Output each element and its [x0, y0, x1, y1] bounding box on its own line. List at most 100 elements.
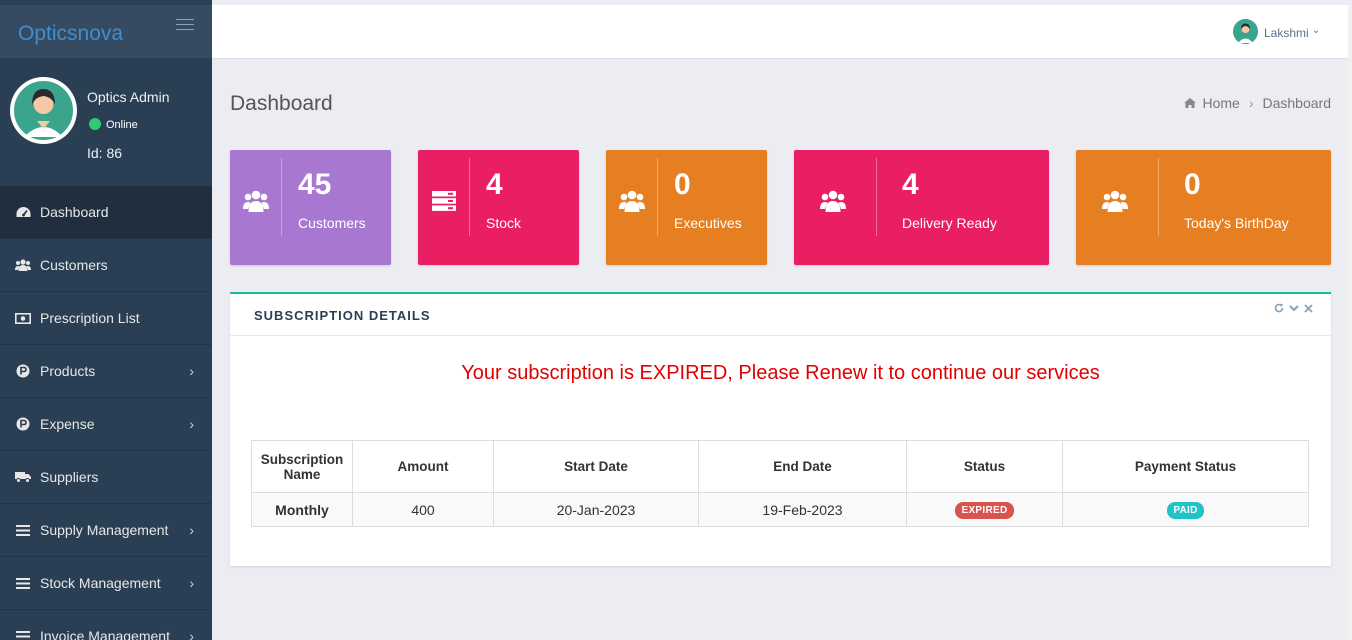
card-value: 4 — [486, 168, 503, 201]
user-menu-name[interactable]: Lakshmi — [1264, 26, 1309, 40]
server-icon — [431, 190, 457, 216]
sidebar-item-prescription-list[interactable]: Prescription List — [0, 292, 212, 345]
card-divider — [469, 158, 470, 236]
panel-header: SUBSCRIPTION DETAILS — [230, 294, 1331, 336]
column-header: Amount — [352, 440, 494, 493]
cell-start-date: 20-Jan-2023 — [493, 492, 699, 527]
card-label: Today's BirthDay — [1184, 215, 1289, 231]
profile-panel: Optics Admin Online Id: 86 — [0, 58, 212, 186]
table-row: Monthly 400 20-Jan-2023 19-Feb-2023 EXPI… — [251, 492, 1309, 527]
chevron-right-icon: › — [189, 522, 194, 538]
card-value: 4 — [902, 168, 919, 201]
column-header: Status — [906, 440, 1063, 493]
sidebar-item-label: Expense — [40, 416, 95, 432]
list-icon — [15, 575, 31, 591]
payment-status-badge: PAID — [1167, 502, 1204, 519]
chevron-down-icon[interactable]: ⌄ — [1312, 25, 1320, 36]
cell-amount: 400 — [352, 492, 494, 527]
sidebar-item-label: Stock Management — [40, 575, 161, 591]
avatar — [10, 77, 77, 144]
chevron-right-icon: › — [189, 628, 194, 640]
sidebar-item-customers[interactable]: Customers — [0, 239, 212, 292]
sidebar-item-supply-management[interactable]: Supply Management › — [0, 504, 212, 557]
top-navbar: Lakshmi ⌄ — [212, 5, 1352, 59]
sidebar-item-suppliers[interactable]: Suppliers — [0, 451, 212, 504]
dashboard-icon — [15, 204, 31, 220]
page-scrollbar[interactable] — [1348, 5, 1352, 640]
subscription-table: Subscription Name Amount Start Date End … — [251, 440, 1309, 527]
users-icon — [820, 190, 846, 216]
users-icon — [15, 257, 31, 273]
online-status-icon — [89, 118, 101, 130]
stat-card-stock[interactable]: 4 Stock — [418, 150, 579, 265]
breadcrumb-separator: › — [1248, 95, 1254, 111]
table-header-row: Subscription Name Amount Start Date End … — [251, 440, 1309, 493]
profile-name: Optics Admin — [87, 89, 170, 105]
truck-icon — [15, 469, 31, 485]
menu-toggle-icon[interactable] — [176, 19, 194, 34]
brand-bar: Opticsnova — [0, 5, 212, 58]
column-header: Start Date — [493, 440, 699, 493]
money-icon — [15, 310, 31, 326]
sidebar-item-invoice-management[interactable]: Invoice Management › — [0, 610, 212, 640]
column-header: End Date — [698, 440, 907, 493]
card-divider — [876, 158, 877, 236]
panel-tools — [1274, 303, 1313, 316]
stat-card-todays-birthday[interactable]: 0 Today's BirthDay — [1076, 150, 1331, 265]
column-header: Subscription Name — [251, 440, 353, 493]
sidebar-menu: Dashboard Customers Prescription List Pr… — [0, 186, 212, 640]
cell-status: EXPIRED — [906, 492, 1063, 527]
subscription-panel: SUBSCRIPTION DETAILS Your subscription i… — [230, 292, 1331, 566]
cell-subscription-name: Monthly — [251, 492, 353, 527]
home-icon — [1184, 95, 1197, 111]
card-divider — [657, 158, 658, 236]
breadcrumb-current: Dashboard — [1262, 95, 1332, 111]
card-divider — [1158, 158, 1159, 236]
sidebar: Opticsnova Optics Admin Online Id: 86 Da… — [0, 0, 212, 640]
card-label: Stock — [486, 215, 522, 231]
chevron-right-icon: › — [189, 416, 194, 432]
sidebar-item-dashboard[interactable]: Dashboard — [0, 186, 212, 239]
collapse-chevron-icon[interactable] — [1289, 303, 1299, 316]
profile-id: Id: 86 — [87, 145, 123, 161]
column-header: Payment Status — [1062, 440, 1309, 493]
list-icon — [15, 628, 31, 640]
chevron-right-icon: › — [189, 575, 194, 591]
sidebar-item-label: Products — [40, 363, 96, 379]
users-icon — [619, 190, 645, 216]
card-label: Customers — [298, 215, 366, 231]
stat-card-delivery-ready[interactable]: 4 Delivery Ready — [794, 150, 1049, 265]
sidebar-item-products[interactable]: Products › — [0, 345, 212, 398]
online-status-label: Online — [106, 119, 138, 131]
users-icon — [1102, 190, 1128, 216]
card-value: 0 — [1184, 168, 1201, 201]
sidebar-item-label: Supply Management — [40, 522, 169, 538]
sidebar-item-stock-management[interactable]: Stock Management › — [0, 557, 212, 610]
sidebar-item-label: Prescription List — [40, 310, 140, 326]
breadcrumb-home-link[interactable]: Home — [1202, 95, 1239, 111]
cell-end-date: 19-Feb-2023 — [698, 492, 907, 527]
chevron-right-icon: › — [189, 363, 194, 379]
sidebar-item-label: Invoice Management — [40, 628, 170, 640]
sidebar-item-label: Suppliers — [40, 469, 99, 485]
sidebar-item-expense[interactable]: Expense › — [0, 398, 212, 451]
users-icon — [243, 190, 269, 216]
stat-card-executives[interactable]: 0 Executives — [606, 150, 767, 265]
list-icon — [15, 522, 31, 538]
user-avatar[interactable] — [1233, 19, 1258, 44]
card-divider — [281, 158, 282, 236]
p-circle-icon — [15, 416, 31, 432]
cell-payment-status: PAID — [1062, 492, 1309, 527]
card-label: Executives — [674, 215, 742, 231]
p-circle-icon — [15, 363, 31, 379]
brand-logo[interactable]: Opticsnova — [18, 22, 123, 46]
page-title: Dashboard — [230, 92, 333, 115]
sidebar-item-label: Dashboard — [40, 204, 109, 220]
sidebar-item-label: Customers — [40, 257, 108, 273]
card-label: Delivery Ready — [902, 215, 997, 231]
breadcrumb: Home › Dashboard — [1184, 95, 1331, 111]
refresh-icon[interactable] — [1274, 303, 1284, 316]
stat-card-customers[interactable]: 45 Customers — [230, 150, 391, 265]
close-icon[interactable] — [1304, 303, 1313, 316]
card-value: 0 — [674, 168, 691, 201]
